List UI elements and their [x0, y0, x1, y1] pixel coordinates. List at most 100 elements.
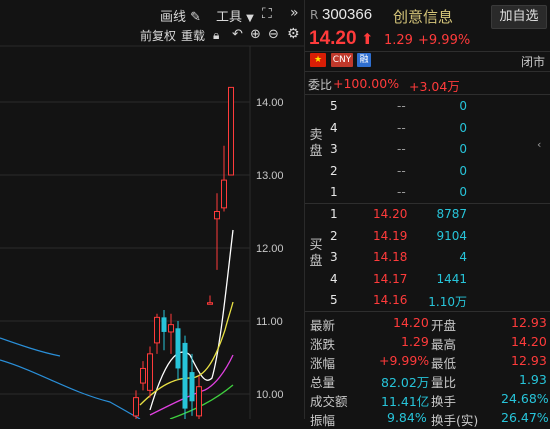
vol-ratio-value: 1.93	[519, 372, 547, 387]
buy-level: 3	[330, 250, 338, 264]
turnover-real-label: 换手(实)	[431, 413, 479, 428]
buy-volume: 1.10万	[428, 295, 467, 309]
price-change-pct: +9.99%	[418, 33, 471, 48]
stats-row: 成交额 11.41亿 换手 24.68%	[305, 389, 550, 409]
buy-price: 14.18	[373, 250, 408, 264]
market-status: 闭市	[521, 55, 546, 69]
candle-body-down	[182, 342, 188, 409]
buy-volume: 8787	[436, 207, 467, 221]
stock-name: 创意信息	[393, 8, 454, 26]
buy-order-row[interactable]: 5 14.16 1.10万	[325, 290, 530, 311]
buy-order-row[interactable]: 1 14.20 8787	[325, 204, 530, 225]
divider	[305, 71, 550, 72]
price-tick-label: 11.00	[256, 316, 283, 328]
candle-body-down	[161, 317, 167, 332]
sell-level: 1	[330, 185, 338, 199]
market-tag: R	[310, 8, 319, 22]
ma-line-blue-2	[0, 337, 61, 357]
high-value: 14.20	[511, 334, 547, 349]
candle-body-up	[196, 386, 202, 417]
stock-code: 300366	[322, 6, 373, 23]
buy-price: 14.19	[373, 228, 408, 243]
divider	[305, 311, 550, 312]
sell-order-row[interactable]: 5 -- 0	[325, 96, 530, 117]
sell-level: 5	[330, 99, 338, 113]
price-tick-label: 13.00	[256, 170, 284, 182]
candle-body-up	[221, 179, 227, 209]
sell-volume: 0	[459, 142, 467, 156]
buy-label: 买盘	[309, 238, 323, 269]
candle-body-down	[189, 372, 195, 402]
candle-body-up	[214, 211, 220, 220]
latest-value: 14.20	[393, 315, 429, 330]
price-tick-label: 12.00	[256, 243, 284, 255]
buy-level: 1	[330, 207, 338, 221]
sell-order-row[interactable]: 2 -- 0	[325, 161, 530, 182]
sell-level: 4	[330, 120, 338, 135]
price-tick-label: 10.00	[256, 389, 284, 401]
stats-row: 振幅 9.84% 换手(实) 26.47%	[305, 408, 550, 428]
kline-chart[interactable]: 画线 ✎ 工具 ▼ ⛶ » 前复权 重载 🔒︎ ↶ ⊕ ⊖ ⚙ 14.00 13.…	[0, 0, 305, 419]
buy-price: 14.17	[373, 271, 408, 286]
buy-volume: 4	[459, 250, 467, 264]
sell-volume: 0	[459, 163, 467, 178]
divider	[305, 94, 550, 95]
sell-price: --	[397, 99, 406, 113]
sell-label: 卖盘	[309, 128, 323, 159]
buy-price: 14.20	[373, 207, 408, 221]
sell-order-row[interactable]: 4 -- 0	[325, 118, 530, 139]
divider	[305, 51, 550, 52]
buy-level: 2	[330, 228, 338, 243]
candle-body-up	[147, 353, 153, 391]
sell-level: 3	[330, 142, 338, 156]
order-ratio-value: +100.00%	[333, 76, 400, 91]
stats-row: 最新 14.20 开盘 12.93	[305, 313, 550, 333]
sell-price: --	[397, 142, 406, 156]
candle-body-up	[168, 324, 174, 333]
candle-body-up	[133, 397, 139, 417]
open-value: 12.93	[511, 315, 547, 330]
sell-price: --	[397, 163, 406, 178]
sell-order-row[interactable]: 3 -- 0	[325, 139, 530, 160]
amplitude-label: 振幅	[310, 413, 336, 428]
sell-volume: 0	[459, 99, 467, 113]
china-flag-icon: ★	[310, 53, 326, 67]
chart-canvas: 14.00 13.00 12.00 11.00 10.00	[0, 45, 305, 419]
order-ratio-diff: +3.04万	[409, 79, 460, 94]
stats-row: 涨幅 +9.99% 最低 12.93	[305, 351, 550, 371]
buy-order-row[interactable]: 3 14.18 4	[325, 247, 530, 268]
turnover-real-value: 26.47%	[501, 410, 549, 425]
candle-body-up	[207, 302, 213, 305]
sell-price: --	[397, 185, 406, 199]
buy-level: 4	[330, 271, 338, 286]
stats-row: 总量 82.02万 量比 1.93	[305, 370, 550, 390]
candle-body-up	[228, 86, 234, 176]
buy-order-row[interactable]: 4 14.17 1441	[325, 269, 530, 290]
buy-price: 14.16	[373, 293, 408, 307]
margin-badge: 融	[357, 53, 371, 67]
change-value: 1.29	[401, 334, 429, 349]
sell-volume: 0	[459, 120, 467, 135]
buy-volume: 9104	[436, 228, 467, 243]
chevron-left-icon[interactable]: ‹	[537, 138, 541, 151]
candle-body-up	[140, 367, 146, 384]
add-watchlist-button[interactable]: 加自选	[491, 5, 547, 29]
candle-body-up	[154, 316, 160, 344]
price-change: 1.29	[384, 33, 413, 48]
stats-row: 涨跌 1.29 最高 14.20	[305, 332, 550, 352]
candle-body-down	[175, 328, 181, 369]
buy-volume: 1441	[436, 271, 467, 286]
sell-volume: 0	[459, 185, 467, 199]
price-tick-label: 14.00	[256, 97, 284, 109]
order-ratio-label: 委比	[308, 78, 333, 92]
low-value: 12.93	[511, 353, 547, 368]
pct-value: +9.99%	[379, 353, 430, 368]
buy-order-row[interactable]: 2 14.19 9104	[325, 226, 530, 247]
sell-order-row[interactable]: 1 -- 0	[325, 182, 530, 203]
buy-level: 5	[330, 293, 338, 307]
amplitude-value: 9.84%	[387, 410, 427, 425]
quote-panel: R 300366 创意信息 加自选 14.20 ⬆ 1.29 +9.99% ★ …	[305, 0, 550, 428]
current-price: 14.20	[309, 28, 357, 49]
arrow-up-icon: ⬆	[361, 30, 374, 48]
sell-level: 2	[330, 163, 338, 178]
